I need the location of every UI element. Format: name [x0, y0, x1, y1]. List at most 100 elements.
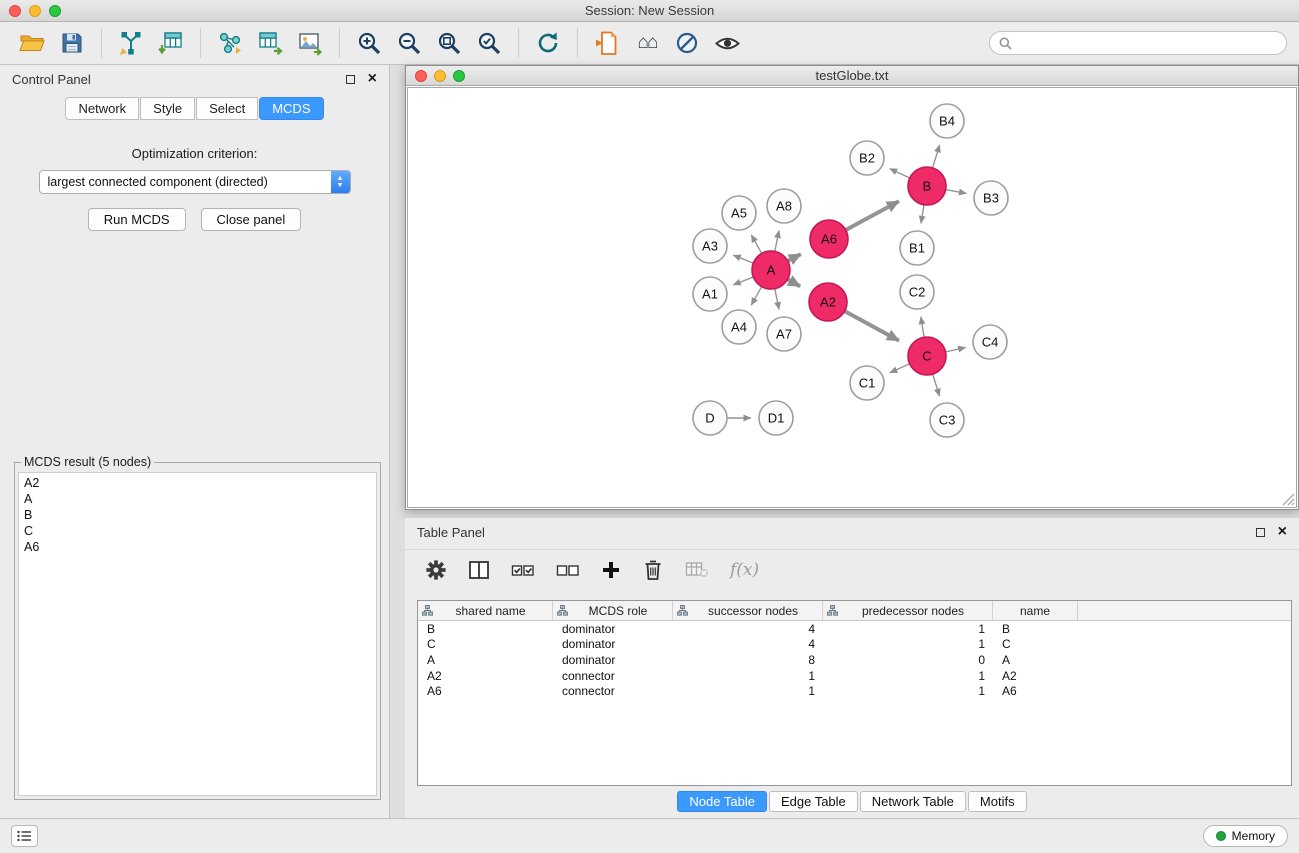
zoom-fit-button[interactable] [429, 25, 469, 61]
network-node-B3[interactable]: B3 [974, 181, 1008, 215]
network-node-C2[interactable]: C2 [900, 275, 934, 309]
network-edge-A-A2[interactable] [788, 279, 801, 286]
table-row[interactable]: C dominator 4 1 C [418, 637, 1291, 653]
network-edge-B-B2[interactable] [890, 169, 910, 178]
zoom-in-button[interactable] [349, 25, 389, 61]
result-item[interactable]: A2 [24, 475, 371, 491]
network-edge-C-C4[interactable] [946, 347, 966, 351]
network-node-A4[interactable]: A4 [722, 310, 756, 344]
refresh-button[interactable] [528, 25, 568, 61]
column-header-predecessor-nodes[interactable]: predecessor nodes [823, 601, 993, 620]
network-edge-C-C3[interactable] [933, 374, 940, 396]
network-edge-A2-C[interactable] [845, 311, 899, 341]
export-network-button[interactable] [210, 25, 250, 61]
network-node-C1[interactable]: C1 [850, 366, 884, 400]
result-item[interactable]: A [24, 491, 371, 507]
delete-column-button[interactable] [642, 557, 664, 583]
network-edge-C-C2[interactable] [921, 317, 924, 338]
network-edge-A-A6[interactable] [788, 254, 801, 261]
first-neighbors-button[interactable] [587, 25, 627, 61]
zoom-network-window-button[interactable] [453, 70, 465, 82]
minimize-network-window-button[interactable] [434, 70, 446, 82]
network-node-A6[interactable]: A6 [810, 220, 848, 258]
close-table-panel-icon[interactable]: × [1278, 524, 1287, 540]
import-table-button[interactable] [151, 25, 191, 61]
network-node-A1[interactable]: A1 [693, 277, 727, 311]
network-node-A5[interactable]: A5 [722, 196, 756, 230]
tab-network-table[interactable]: Network Table [860, 791, 966, 812]
result-item[interactable]: C [24, 523, 371, 539]
tab-network[interactable]: Network [65, 97, 139, 120]
search-input[interactable] [1018, 36, 1277, 50]
column-header-mcds-role[interactable]: MCDS role [553, 601, 673, 620]
network-node-A8[interactable]: A8 [767, 189, 801, 223]
memory-button[interactable]: Memory [1203, 825, 1288, 847]
task-history-button[interactable] [11, 825, 38, 847]
network-edge-B-B3[interactable] [946, 190, 967, 194]
network-node-A3[interactable]: A3 [693, 229, 727, 263]
network-canvas[interactable]: B4B2BB3A5A8A6B1A3AC2A1A2A4A7C4CC1C3DD1 [408, 88, 1296, 507]
import-network-button[interactable] [111, 25, 151, 61]
apply-layout-button[interactable]: ⌂⌂ [627, 25, 667, 61]
network-edge-A-A3[interactable] [733, 255, 753, 263]
column-header-shared-name[interactable]: shared name [418, 601, 553, 620]
close-network-window-button[interactable] [415, 70, 427, 82]
add-column-button[interactable] [601, 557, 621, 583]
network-node-A7[interactable]: A7 [767, 317, 801, 351]
function-builder-button[interactable]: f(x) [730, 557, 759, 583]
mcds-result-list[interactable]: A2 A B C A6 [18, 472, 377, 796]
zoom-out-button[interactable] [389, 25, 429, 61]
network-edge-A6-B[interactable] [846, 201, 899, 230]
network-edge-A-A4[interactable] [751, 287, 761, 306]
column-header-successor-nodes[interactable]: successor nodes [673, 601, 823, 620]
network-node-A2[interactable]: A2 [809, 283, 847, 321]
network-node-A[interactable]: A [752, 251, 790, 289]
show-hide-button[interactable] [707, 25, 747, 61]
float-table-panel-icon[interactable] [1256, 528, 1265, 537]
result-item[interactable]: B [24, 507, 371, 523]
select-all-button[interactable] [511, 557, 535, 583]
network-node-D1[interactable]: D1 [759, 401, 793, 435]
network-node-C[interactable]: C [908, 337, 946, 375]
network-edge-C-C1[interactable] [890, 364, 910, 373]
network-node-B2[interactable]: B2 [850, 141, 884, 175]
network-edge-B-B1[interactable] [921, 205, 924, 224]
close-panel-button[interactable]: Close panel [201, 208, 302, 231]
table-row[interactable]: A dominator 8 0 A [418, 652, 1291, 668]
network-view[interactable]: B4B2BB3A5A8A6B1A3AC2A1A2A4A7C4CC1C3DD1 [407, 87, 1297, 508]
run-mcds-button[interactable]: Run MCDS [88, 208, 186, 231]
table-settings-button[interactable] [425, 557, 447, 583]
graphics-details-button[interactable] [667, 25, 707, 61]
network-edge-A-A1[interactable] [733, 277, 753, 285]
criterion-dropdown[interactable]: largest connected component (directed) ▲… [39, 170, 351, 194]
network-node-B4[interactable]: B4 [930, 104, 964, 138]
tab-style[interactable]: Style [140, 97, 195, 120]
tab-node-table[interactable]: Node Table [677, 791, 767, 812]
network-window-titlebar[interactable]: testGlobe.txt [406, 66, 1298, 86]
network-node-B[interactable]: B [908, 167, 946, 205]
deselect-all-button[interactable] [556, 557, 580, 583]
column-header-name[interactable]: name [993, 601, 1078, 620]
network-edge-A-A5[interactable] [751, 235, 761, 254]
tab-mcds[interactable]: MCDS [259, 97, 323, 120]
delete-table-button[interactable] [685, 557, 709, 583]
minimize-window-button[interactable] [29, 5, 41, 17]
table-row[interactable]: B dominator 4 1 B [418, 621, 1291, 637]
network-node-C3[interactable]: C3 [930, 403, 964, 437]
tab-motifs[interactable]: Motifs [968, 791, 1027, 812]
float-panel-icon[interactable] [346, 75, 355, 84]
network-edge-A-A8[interactable] [775, 230, 779, 251]
open-file-button[interactable] [12, 25, 52, 61]
tab-edge-table[interactable]: Edge Table [769, 791, 858, 812]
network-node-B1[interactable]: B1 [900, 231, 934, 265]
table-row[interactable]: A6 connector 1 1 A6 [418, 683, 1291, 699]
table-row[interactable]: A2 connector 1 1 A2 [418, 668, 1291, 684]
tab-select[interactable]: Select [196, 97, 258, 120]
column-visibility-button[interactable] [468, 557, 490, 583]
result-item[interactable]: A6 [24, 539, 371, 555]
network-edge-B-B4[interactable] [933, 145, 940, 168]
export-table-button[interactable] [250, 25, 290, 61]
resize-grip-icon[interactable] [1282, 493, 1295, 506]
export-image-button[interactable] [290, 25, 330, 61]
close-window-button[interactable] [9, 5, 21, 17]
